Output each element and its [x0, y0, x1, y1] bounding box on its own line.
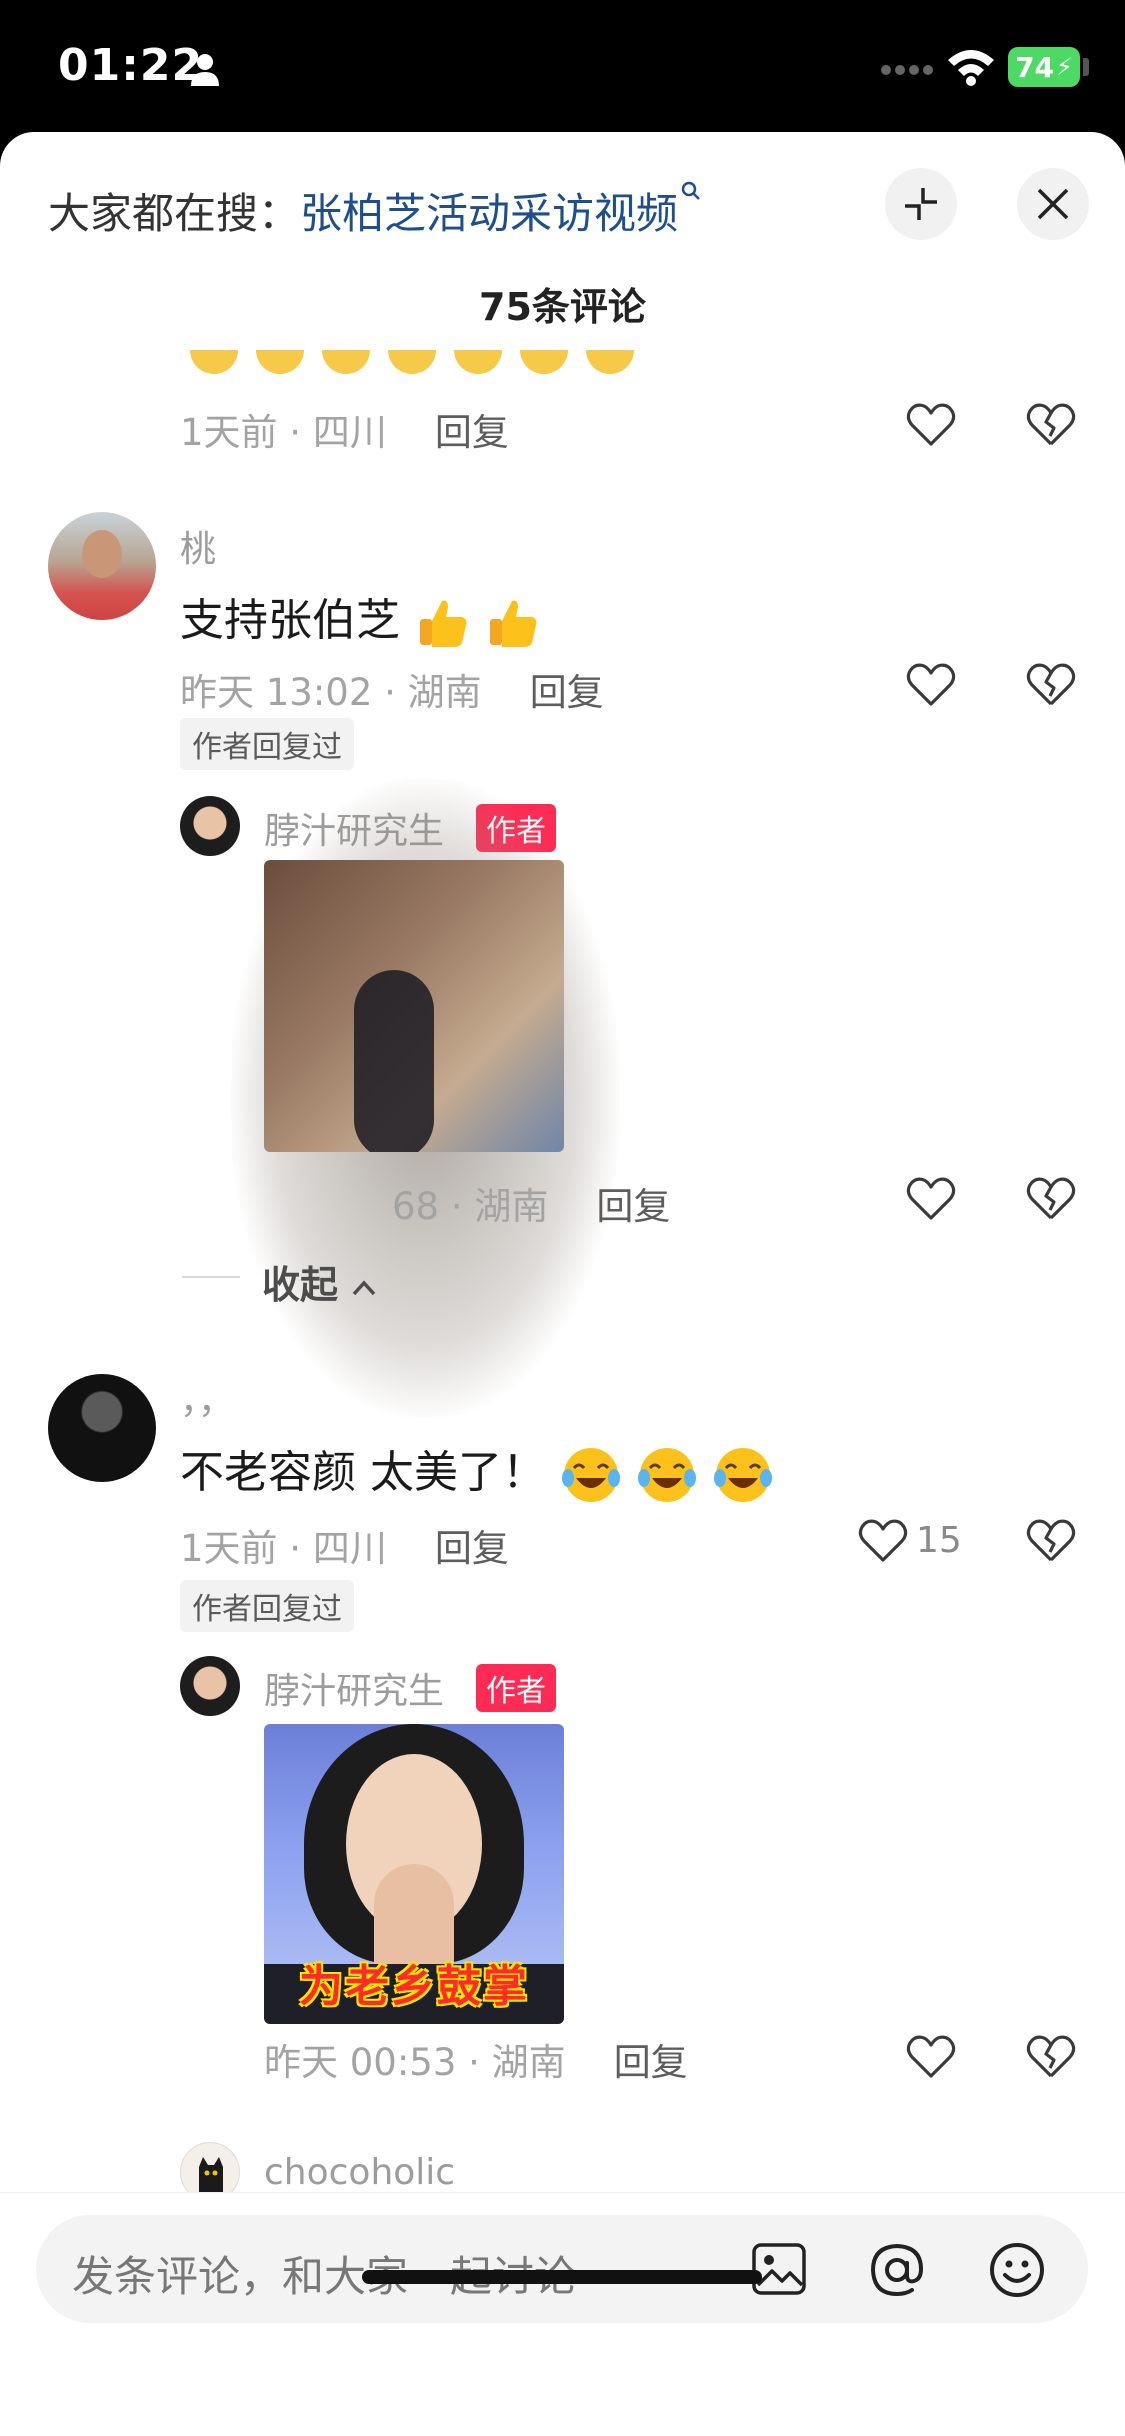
comment-time: 1天前 · 四川 — [180, 1527, 387, 1570]
comment-meta: 昨天 13:02 · 湖南 回复 — [180, 662, 604, 716]
reply-image[interactable]: 为老乡鼓掌 — [264, 1724, 564, 2024]
emoji — [190, 350, 238, 374]
reply-username[interactable]: 脖汁研究生 — [264, 1662, 444, 1714]
author-tag: 作者 — [476, 1664, 556, 1712]
minimize-icon — [905, 188, 937, 220]
dislike-icon[interactable] — [1024, 2030, 1078, 2084]
reply-button[interactable]: 回复 — [435, 1527, 509, 1570]
mention-icon[interactable] — [866, 2239, 928, 2301]
battery-level: 74 — [1015, 50, 1055, 84]
reply-time: 昨天 00:53 · 湖南 — [264, 2041, 566, 2084]
laughing-emoji — [562, 1448, 620, 1502]
comment-sheet: 大家都在搜：张柏芝活动采访视频 75条评论 1天前 · 四川 回复 桃 支持张伯芝… — [0, 132, 1125, 2436]
battery-indicator: 74 ⚡ — [1008, 47, 1080, 87]
chevron-up-icon — [352, 1280, 376, 1296]
like-icon[interactable] — [856, 1514, 910, 1568]
thumbs-up-emoji — [420, 600, 467, 647]
collapse-label: 收起 — [262, 1263, 339, 1307]
image-picker-icon[interactable] — [750, 2241, 808, 2297]
search-suggestion[interactable]: 大家都在搜：张柏芝活动采访视频 — [48, 180, 702, 241]
emoji — [322, 350, 370, 374]
emoji — [586, 350, 634, 374]
reply-button[interactable]: 回复 — [435, 411, 509, 454]
comment-time: 昨天 13:02 · 湖南 — [180, 671, 482, 714]
home-indicator[interactable] — [362, 2270, 762, 2284]
reply-image[interactable] — [264, 860, 564, 1152]
comment-meta: 1天前 · 四川 回复 — [180, 1518, 509, 1572]
laughing-emoji — [638, 1448, 696, 1502]
reply-button[interactable]: 回复 — [530, 671, 604, 714]
reply-button[interactable]: 回复 — [596, 1185, 670, 1228]
signal-dots-icon — [881, 65, 933, 75]
redaction-mark — [354, 970, 434, 1152]
comment-username[interactable]: chocoholic — [264, 2152, 455, 2193]
search-keyword-link[interactable]: 张柏芝活动采访视频 — [300, 189, 678, 238]
minimize-button[interactable] — [885, 168, 957, 240]
author-replied-badge: 作者回复过 — [180, 718, 354, 770]
author-avatar[interactable] — [180, 796, 240, 856]
collapse-divider — [182, 1276, 240, 1278]
emoji — [520, 350, 568, 374]
thumbs-up-emoji — [490, 600, 537, 647]
author-avatar[interactable] — [180, 1656, 240, 1716]
comment-text-content: 不老容颜 太美了！ — [180, 1447, 546, 1498]
avatar[interactable] — [48, 512, 156, 620]
comment-input-bar: 发条评论，和大家一起讨论 — [0, 2192, 1125, 2436]
collapse-replies-button[interactable]: 收起 — [262, 1254, 377, 1309]
laughing-emoji — [714, 1448, 772, 1502]
person-icon — [191, 54, 219, 86]
reply-meta: 68 · 湖南 回复 — [392, 1176, 670, 1230]
emoji-picker-icon[interactable] — [986, 2239, 1048, 2301]
dislike-icon[interactable] — [1024, 1514, 1078, 1568]
emoji — [256, 350, 304, 374]
reply-button[interactable]: 回复 — [614, 2041, 688, 2084]
comment-count-title: 75条评论 — [479, 285, 646, 329]
comment-meta: 1天前 · 四川 回复 — [180, 402, 509, 456]
reply-time: 68 · 湖南 — [392, 1185, 549, 1228]
comment-time: 1天前 · 四川 — [180, 411, 387, 454]
comment-text: 支持张伯芝 — [180, 584, 540, 651]
wifi-icon — [948, 50, 994, 86]
image-caption: 为老乡鼓掌 — [299, 1961, 529, 2012]
dislike-icon[interactable] — [1024, 398, 1078, 452]
dislike-icon[interactable] — [1024, 1172, 1078, 1226]
status-bar: 01:22 74 ⚡ — [0, 0, 1125, 136]
search-icon — [681, 181, 700, 200]
emoji — [388, 350, 436, 374]
reply-meta: 昨天 00:53 · 湖南 回复 — [264, 2032, 688, 2086]
like-icon[interactable] — [904, 1172, 958, 1226]
like-count: 15 — [916, 1520, 962, 1561]
comment-input[interactable]: 发条评论，和大家一起讨论 — [36, 2215, 1088, 2323]
like-icon[interactable] — [904, 398, 958, 452]
comment-username[interactable]: 桃 — [180, 520, 216, 572]
author-replied-badge: 作者回复过 — [180, 1580, 354, 1632]
dislike-icon[interactable] — [1024, 658, 1078, 712]
like-icon[interactable] — [904, 658, 958, 712]
status-time: 01:22 — [58, 40, 204, 91]
clipped-comment-text — [190, 350, 750, 380]
like-icon[interactable] — [904, 2030, 958, 2084]
comment-text-content: 支持张伯芝 — [180, 595, 400, 646]
avatar-face — [82, 530, 122, 578]
search-prefix: 大家都在搜： — [48, 189, 301, 238]
emoji — [454, 350, 502, 374]
comment-text: 不老容颜 太美了！ — [180, 1436, 774, 1506]
close-button[interactable] — [1017, 168, 1089, 240]
battery-tip — [1083, 58, 1089, 76]
comment-username[interactable]: ，， — [180, 1372, 234, 1424]
avatar[interactable] — [48, 1374, 156, 1482]
close-icon — [1037, 188, 1069, 220]
